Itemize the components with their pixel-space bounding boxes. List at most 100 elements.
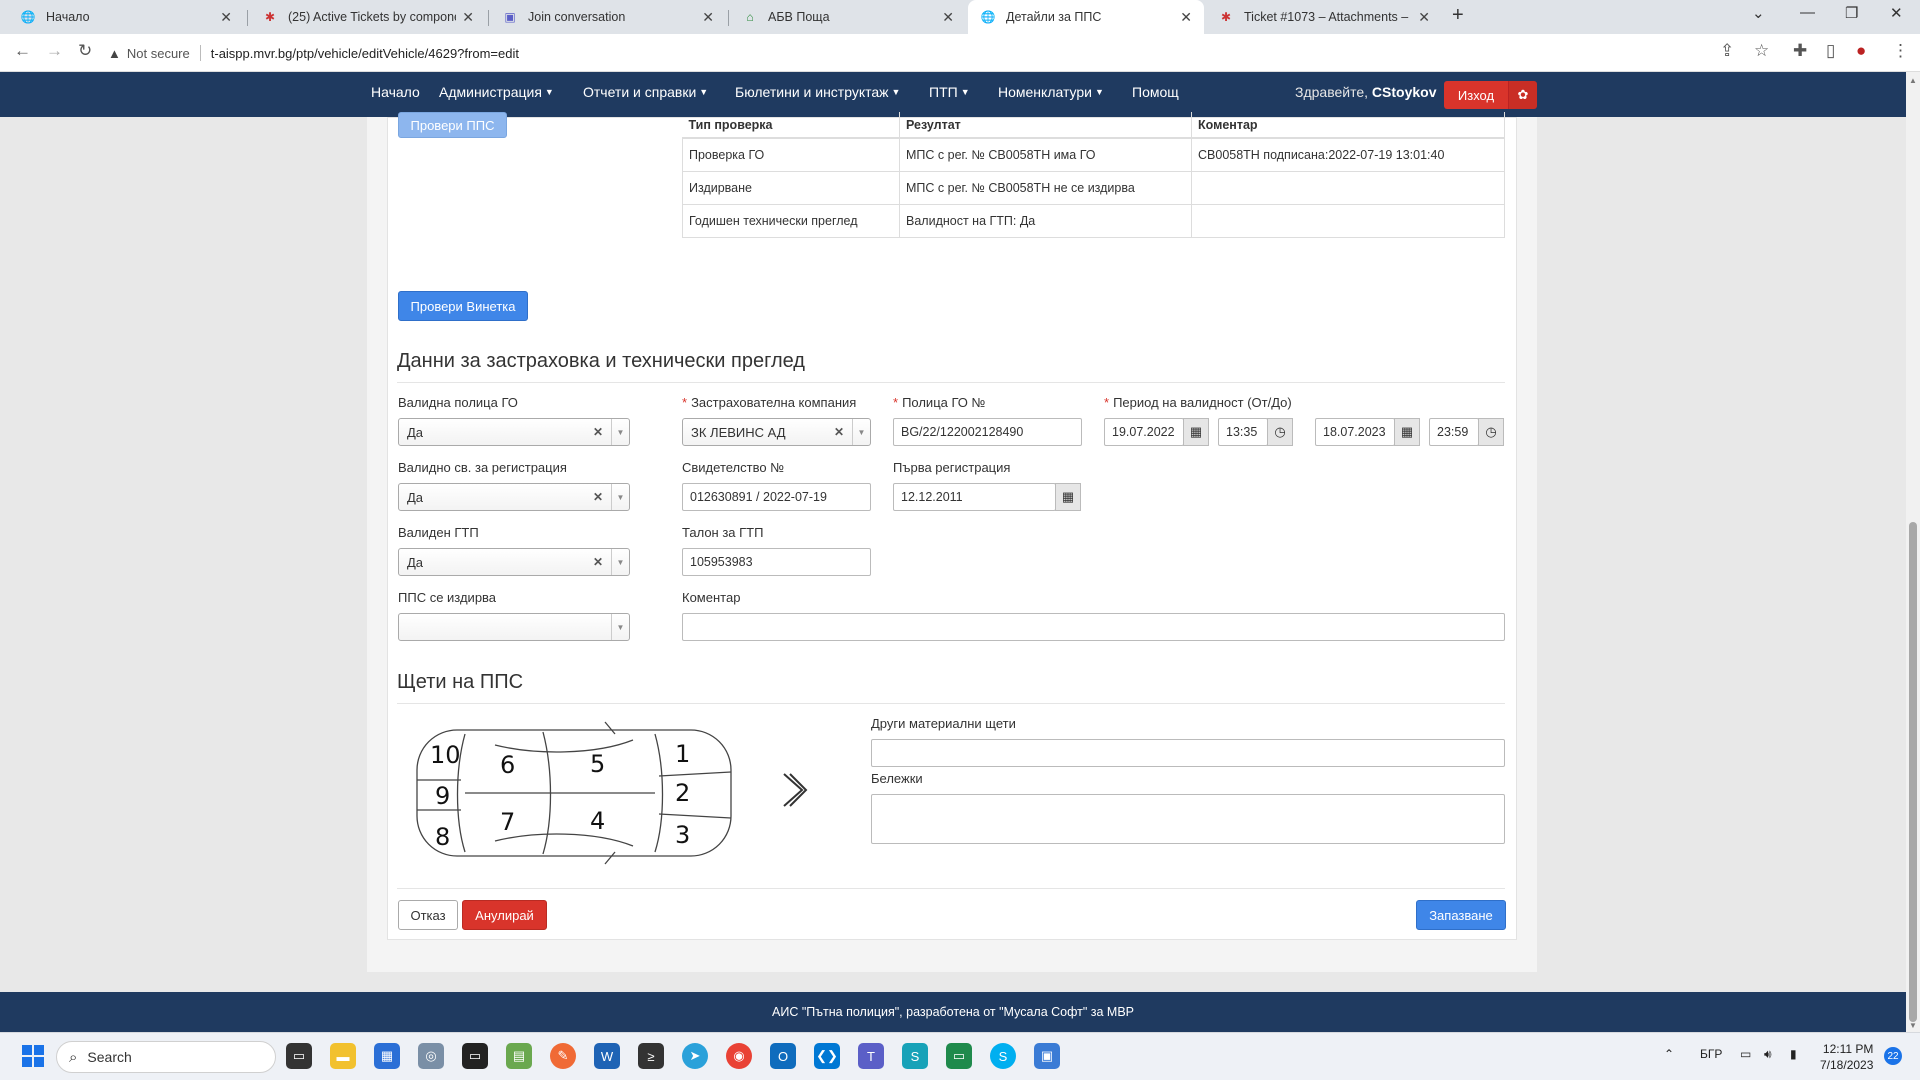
chevron-down-icon[interactable]: ▼ [611, 614, 629, 640]
scroll-up-icon[interactable]: ▲ [1909, 76, 1917, 85]
insurance-company-select[interactable]: ЗК ЛЕВИНС АД ✕ ▼ [682, 418, 871, 446]
close-icon[interactable]: ✕ [462, 9, 474, 26]
skype-icon[interactable]: S [990, 1043, 1016, 1069]
calendar-icon[interactable]: ▦ [1394, 418, 1420, 446]
damage-zone-3[interactable]: 3 [675, 821, 690, 849]
policy-number-input[interactable]: BG/22/122002128490 [893, 418, 1082, 446]
certificate-number-input[interactable]: 012630891 / 2022-07-19 [682, 483, 871, 511]
chevron-up-icon[interactable]: ⌃ [1664, 1047, 1674, 1061]
valid-policy-select[interactable]: Да ✕ ▼ [398, 418, 630, 446]
nav-bulletins[interactable]: Бюлетини и инструктаж ▼ [735, 84, 900, 100]
writer-icon[interactable]: W [594, 1043, 620, 1069]
close-icon[interactable]: ✕ [942, 9, 954, 26]
clear-icon[interactable]: ✕ [593, 555, 603, 569]
forward-icon[interactable]: → [46, 41, 63, 61]
close-window-icon[interactable]: ✕ [1890, 4, 1903, 22]
nav-help[interactable]: Помощ [1132, 84, 1179, 100]
monitor-app-icon[interactable]: ▭ [946, 1043, 972, 1069]
nav-administration[interactable]: Администрация ▼ [439, 84, 554, 100]
close-icon[interactable]: ✕ [702, 9, 714, 26]
close-icon[interactable]: ✕ [220, 9, 232, 26]
valid-to-time-input[interactable]: 23:59 [1429, 418, 1479, 446]
file-explorer-icon[interactable]: ▬ [330, 1043, 356, 1069]
notification-badge[interactable]: 22 [1884, 1047, 1902, 1065]
damage-zone-2[interactable]: 2 [675, 779, 690, 807]
browser-tab[interactable]: ⌂ АБВ Поща ✕ [730, 0, 966, 34]
chevron-down-icon[interactable]: ▼ [611, 419, 629, 445]
restore-icon[interactable]: ❐ [1845, 4, 1858, 22]
task-view-icon[interactable]: ▭ [286, 1043, 312, 1069]
system-clock[interactable]: 12:11 PM 7/18/2023 [1820, 1041, 1873, 1073]
clear-icon[interactable]: ✕ [593, 490, 603, 504]
close-icon[interactable]: ✕ [1418, 9, 1430, 26]
profile-icon[interactable]: ● [1856, 41, 1866, 61]
chevron-down-icon[interactable]: ▼ [611, 484, 629, 510]
damage-zone-4[interactable]: 4 [590, 807, 605, 835]
logout-button[interactable]: Изход [1444, 81, 1508, 109]
address-bar[interactable]: ▲ Not secure t-aispp.mvr.bg/ptp/vehicle/… [108, 39, 1784, 67]
telegram-icon[interactable]: ➤ [682, 1043, 708, 1069]
back-icon[interactable]: ← [14, 41, 31, 61]
nav-reports[interactable]: Отчети и справки ▼ [583, 84, 708, 100]
app-s-icon[interactable]: S [902, 1043, 928, 1069]
save-button[interactable]: Запазване [1416, 900, 1506, 930]
cancel-button[interactable]: Отказ [398, 900, 458, 930]
not-secure-label[interactable]: Not secure [127, 46, 190, 61]
clock-icon[interactable]: ◷ [1478, 418, 1504, 446]
chrome-icon[interactable]: ◉ [726, 1043, 752, 1069]
comment-input[interactable] [682, 613, 1505, 641]
notes-textarea[interactable] [871, 794, 1505, 844]
clear-icon[interactable]: ✕ [834, 425, 844, 439]
valid-gtp-select[interactable]: Да ✕ ▼ [398, 548, 630, 576]
annul-button[interactable]: Анулирай [462, 900, 547, 930]
valid-from-date-input[interactable]: 19.07.2022 [1104, 418, 1184, 446]
valid-to-date-input[interactable]: 18.07.2023 [1315, 418, 1395, 446]
outlook-icon[interactable]: O [770, 1043, 796, 1069]
damage-zone-7[interactable]: 7 [500, 808, 515, 836]
gtp-talon-input[interactable]: 105953983 [682, 548, 871, 576]
battery-icon[interactable]: ▮ [1790, 1047, 1797, 1061]
damage-zone-5[interactable]: 5 [590, 750, 605, 778]
browser-tab[interactable]: ▣ Join conversation ✕ [490, 0, 726, 34]
nav-home[interactable]: Начало [371, 84, 420, 100]
chart-app-icon[interactable]: ▤ [506, 1043, 532, 1069]
chevron-down-icon[interactable]: ▼ [611, 549, 629, 575]
damage-zone-1[interactable]: 1 [675, 740, 690, 768]
check-vignette-button[interactable]: Провери Винетка [398, 291, 528, 321]
nav-ptp[interactable]: ПТП ▼ [929, 84, 970, 100]
scrollbar-thumb[interactable] [1909, 522, 1917, 1022]
warning-icon[interactable]: ▲ [108, 46, 121, 61]
reload-icon[interactable]: ↻ [78, 41, 92, 61]
valid-registration-select[interactable]: Да ✕ ▼ [398, 483, 630, 511]
terminal-icon[interactable]: ▭ [462, 1043, 488, 1069]
browser-tab[interactable]: 🌐 Начало ✕ [8, 0, 244, 34]
damage-zone-9[interactable]: 9 [435, 782, 450, 810]
other-damages-input[interactable] [871, 739, 1505, 767]
volume-icon[interactable]: 🔊︎ [1764, 1047, 1772, 1062]
powershell-icon[interactable]: ≥ [638, 1043, 664, 1069]
store-icon[interactable]: ▦ [374, 1043, 400, 1069]
gear-icon[interactable]: ✿ [1508, 81, 1537, 109]
star-icon[interactable]: ☆ [1754, 41, 1769, 61]
language-indicator[interactable]: БГР [1700, 1047, 1722, 1061]
network-icon[interactable]: ▭ [1740, 1047, 1751, 1061]
network-tool-icon[interactable]: ◎ [418, 1043, 444, 1069]
new-tab-icon[interactable]: + [1452, 4, 1464, 27]
page-scrollbar[interactable]: ▲ ▼ [1906, 72, 1920, 1032]
calendar-icon[interactable]: ▦ [1183, 418, 1209, 446]
menu-icon[interactable]: ⋮ [1892, 41, 1909, 61]
close-icon[interactable]: ✕ [1180, 9, 1192, 26]
chevron-right-icon[interactable] [780, 770, 810, 810]
remote-desktop-icon[interactable]: ▣ [1034, 1043, 1060, 1069]
url-text[interactable]: t-aispp.mvr.bg/ptp/vehicle/editVehicle/4… [211, 46, 519, 61]
clock-icon[interactable]: ◷ [1267, 418, 1293, 446]
scroll-down-icon[interactable]: ▼ [1909, 1021, 1917, 1030]
teams-icon[interactable]: T [858, 1043, 884, 1069]
first-registration-input[interactable]: 12.12.2011 [893, 483, 1056, 511]
sidepanel-icon[interactable]: ▯ [1826, 41, 1835, 61]
check-vehicle-button[interactable]: Провери ППС [398, 112, 507, 138]
tab-search-icon[interactable]: ⌄ [1752, 4, 1765, 22]
taskbar-search[interactable]: ⌕ Search [56, 1041, 276, 1073]
car-damage-diagram[interactable]: 1 2 3 4 5 6 7 8 9 10 [415, 720, 735, 870]
damage-zone-10[interactable]: 10 [430, 741, 461, 769]
